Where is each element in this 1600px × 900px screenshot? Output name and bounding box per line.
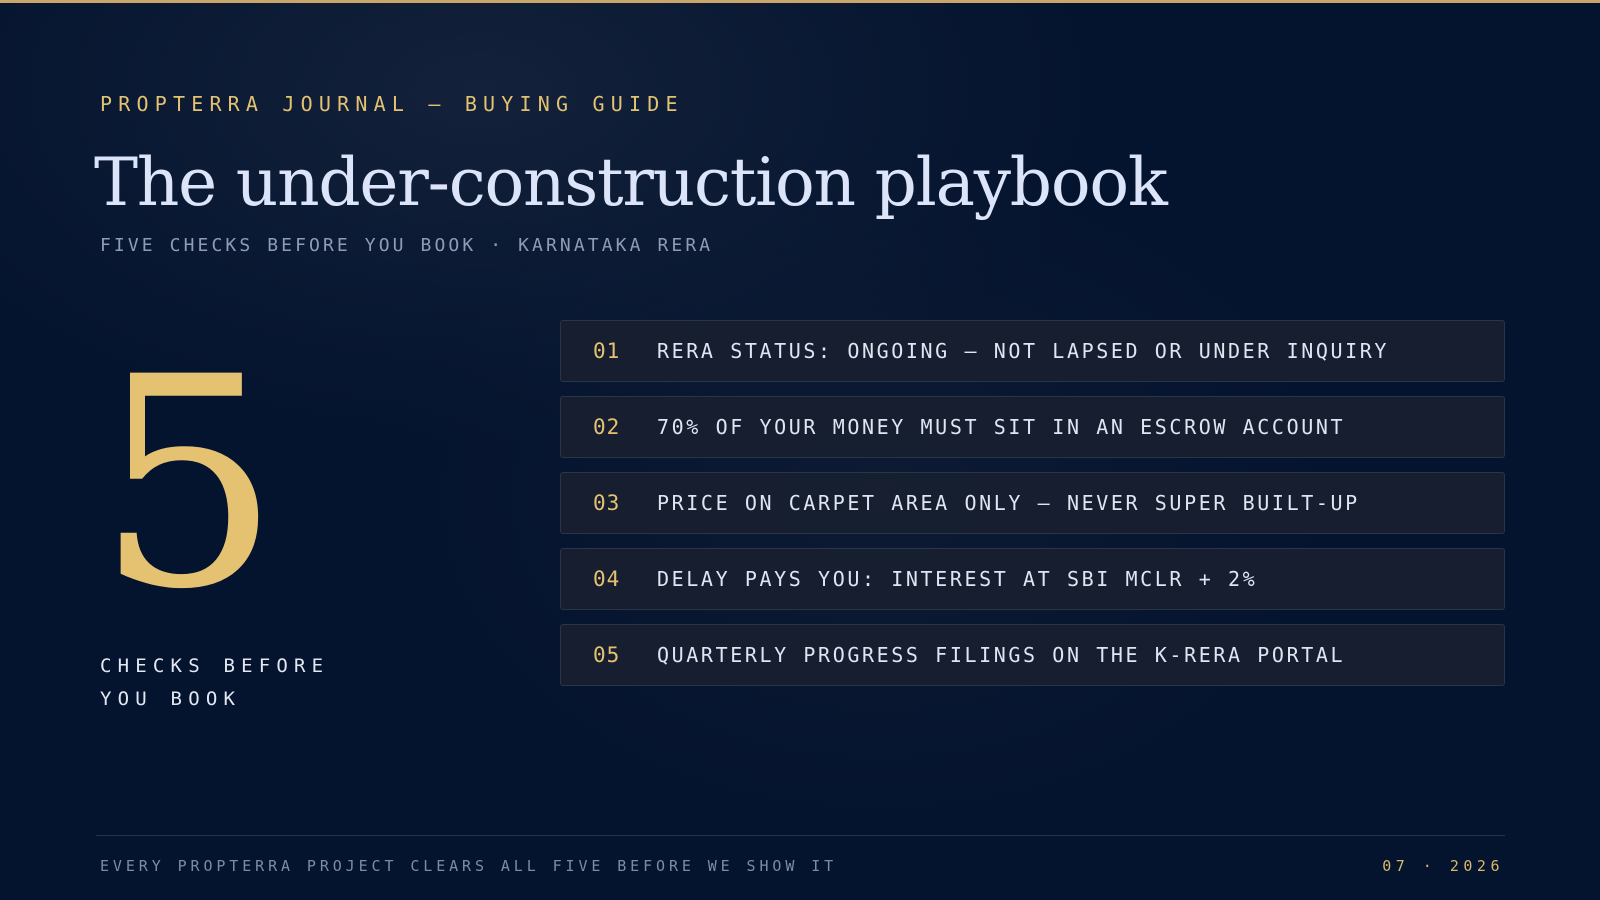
kicker: PROPTERRA JOURNAL — BUYING GUIDE <box>100 92 684 116</box>
check-number: 05 <box>593 643 621 667</box>
check-item-5: 05 QUARTERLY PROGRESS FILINGS ON THE K-R… <box>560 624 1505 686</box>
check-text: RERA STATUS: ONGOING — NOT LAPSED OR UND… <box>657 339 1390 363</box>
check-number: 01 <box>593 339 621 363</box>
check-number: 03 <box>593 491 621 515</box>
check-item-4: 04 DELAY PAYS YOU: INTEREST AT SBI MCLR … <box>560 548 1505 610</box>
check-text: PRICE ON CARPET AREA ONLY — NEVER SUPER … <box>657 491 1360 515</box>
top-accent-rule <box>0 0 1600 3</box>
checklist: 01 RERA STATUS: ONGOING — NOT LAPSED OR … <box>560 320 1505 700</box>
caption-line-1: CHECKS BEFORE <box>100 655 330 677</box>
page-title: The under-construction playbook <box>94 144 1168 221</box>
big-number-caption: CHECKS BEFORE YOU BOOK <box>100 650 420 716</box>
check-text: DELAY PAYS YOU: INTEREST AT SBI MCLR + 2… <box>657 567 1258 591</box>
check-number: 04 <box>593 567 621 591</box>
check-text: QUARTERLY PROGRESS FILINGS ON THE K-RERA… <box>657 643 1346 667</box>
page-subtitle: FIVE CHECKS BEFORE YOU BOOK · KARNATAKA … <box>100 235 714 256</box>
caption-line-2: YOU BOOK <box>100 688 242 710</box>
check-number: 02 <box>593 415 621 439</box>
check-item-1: 01 RERA STATUS: ONGOING — NOT LAPSED OR … <box>560 320 1505 382</box>
check-text: 70% OF YOUR MONEY MUST SIT IN AN ESCROW … <box>657 415 1346 439</box>
footer-date: 07 · 2026 <box>1382 857 1504 875</box>
check-item-2: 02 70% OF YOUR MONEY MUST SIT IN AN ESCR… <box>560 396 1505 458</box>
footer-note: EVERY PROPTERRA PROJECT CLEARS ALL FIVE … <box>100 857 838 875</box>
check-item-3: 03 PRICE ON CARPET AREA ONLY — NEVER SUP… <box>560 472 1505 534</box>
big-number: 5 <box>96 316 281 653</box>
footer-divider <box>96 835 1505 836</box>
